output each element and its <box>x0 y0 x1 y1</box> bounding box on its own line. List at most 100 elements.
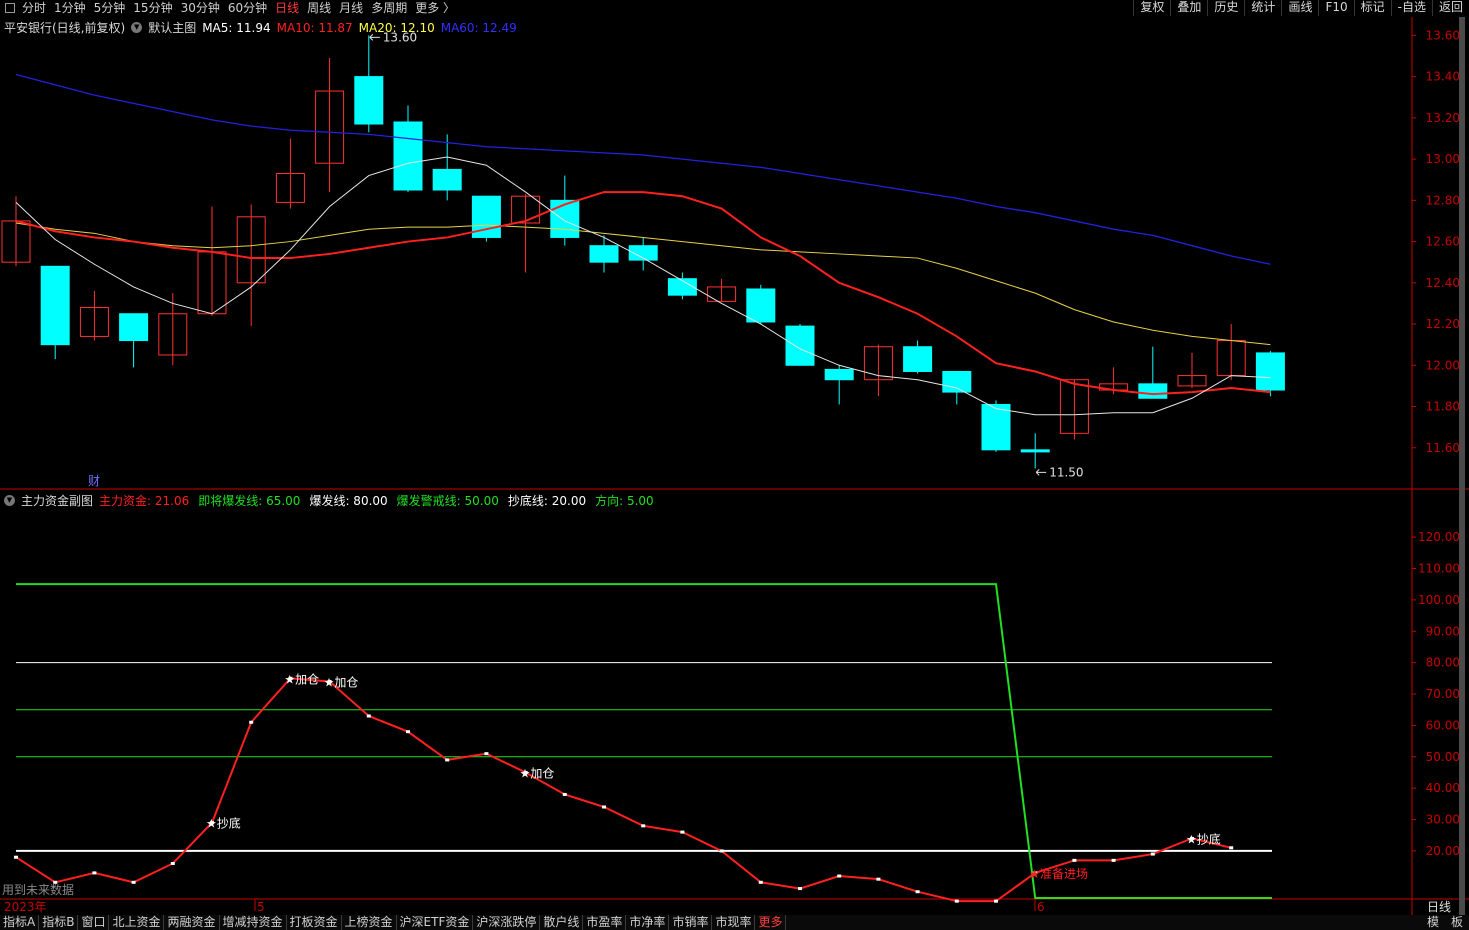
main-force-point <box>366 714 371 718</box>
main-force-point <box>680 830 685 834</box>
main-force-point <box>1229 846 1234 850</box>
indicator-dropdown-icon[interactable]: ▼ <box>131 22 143 33</box>
price-tick-label: 11.60 <box>1426 441 1460 455</box>
indicator-tab-10[interactable]: 散户线 <box>540 915 584 930</box>
sub-legend-1: 即将爆发线: 65.00 <box>198 494 301 508</box>
main-force-point <box>170 861 175 865</box>
sub-legend-3: 爆发警戒线: 50.00 <box>396 494 499 508</box>
price-tick-label: 13.60 <box>1426 28 1460 42</box>
sub-legend-4: 抄底线: 20.00 <box>507 494 587 508</box>
indicator-tab-9[interactable]: 沪深涨跌停 <box>473 915 541 930</box>
period-tab-5[interactable]: 60分钟 <box>224 1 271 15</box>
template-button[interactable]: 模 <box>1421 915 1445 930</box>
sub-legend-0: 主力资金: 21.06 <box>99 494 190 508</box>
period-tab-0[interactable]: 分时 <box>18 1 50 15</box>
period-tab-8[interactable]: 月线 <box>335 1 367 15</box>
toolbar-button-0[interactable]: 复权 <box>1133 0 1170 16</box>
toolbar-button-2[interactable]: 历史 <box>1207 0 1244 16</box>
candle-body <box>119 313 149 342</box>
signal-label: ★抄底 <box>206 816 241 831</box>
period-tab-7[interactable]: 周线 <box>303 1 335 15</box>
toolbar-button-5[interactable]: F10 <box>1318 0 1353 16</box>
main-force-point <box>798 887 802 891</box>
candle-body <box>824 368 854 381</box>
indicator-name[interactable]: 默认主图 <box>148 19 196 36</box>
toolbar-button-4[interactable]: 画线 <box>1281 0 1318 16</box>
period-tab-10[interactable]: 更多 〉 <box>411 1 459 15</box>
indicator-tab-0[interactable]: 指标A <box>0 915 40 930</box>
toolbar-button-8[interactable]: 返回 <box>1431 0 1469 16</box>
indicator-tab-15[interactable]: 更多 <box>755 915 787 930</box>
signal-label: ★加仓 <box>284 672 319 686</box>
main-force-point <box>954 899 959 903</box>
chart-canvas[interactable]: ★抄底 ★加仓 ★加仓 ★加仓 ★准备进场 ★抄底 13.60 13.40 13.20 13.0… <box>0 17 1469 915</box>
indicator-tab-13[interactable]: 市销率 <box>669 915 713 930</box>
indicator-tick-label: 20.00 <box>1426 844 1460 858</box>
sub-chart-legend: ▼ 主力资金副图 主力资金: 21.06 即将爆发线: 65.00 爆发线: 80.… <box>4 492 663 509</box>
period-tab-6[interactable]: 日线 <box>271 1 303 15</box>
indicator-tab-2[interactable]: 窗口 <box>78 915 110 930</box>
period-tabs: 分时 1分钟 5分钟 15分钟 30分钟 60分钟 日线 周线 月线 多周期 更多 〉 <box>0 0 459 16</box>
indicator-tab-3[interactable]: 北上资金 <box>109 915 165 930</box>
candle-body <box>1020 449 1050 453</box>
x-axis-year-label: 2023年 <box>4 900 47 914</box>
period-tab-3[interactable]: 15分钟 <box>129 1 176 15</box>
indicator-tab-5[interactable]: 增减持资金 <box>220 915 287 930</box>
main-force-point <box>876 877 881 881</box>
indicator-tick-label: 70.00 <box>1426 687 1460 701</box>
x-axis-month-label: 5 <box>257 900 265 914</box>
main-force-point <box>994 899 998 903</box>
candle-body <box>354 76 384 125</box>
board-button[interactable]: 板 <box>1445 915 1469 930</box>
financial-marker: 财 <box>88 474 100 488</box>
toolbar-button-7[interactable]: -自选 <box>1390 0 1432 16</box>
main-force-point <box>758 880 763 884</box>
main-force-point <box>602 805 606 809</box>
indicator-tab-7[interactable]: 上榜资金 <box>342 915 397 930</box>
indicator-tick-label: 120.00 <box>1418 530 1460 544</box>
toolbar-button-3[interactable]: 统计 <box>1244 0 1281 16</box>
chart-annotations: 13.6011.50财用到未来数据2023年 5 6 日线 <box>2 30 1451 914</box>
main-force-point <box>915 890 920 894</box>
main-force-point <box>14 855 18 859</box>
period-tab-2[interactable]: 5分钟 <box>90 1 130 15</box>
indicator-tick-label: 90.00 <box>1426 624 1460 638</box>
indicator-tab-11[interactable]: 市盈率 <box>583 915 627 930</box>
price-tick-label: 12.40 <box>1426 276 1460 290</box>
toolbar-button-1[interactable]: 叠加 <box>1170 0 1207 16</box>
signal-label: ★准备进场 <box>1029 867 1088 881</box>
period-label: 日线 <box>1427 900 1451 914</box>
ma60-line <box>15 73 1271 265</box>
indicator-tab-6[interactable]: 打板资金 <box>287 915 342 930</box>
ma-legend-0: MA5: 11.94 <box>202 20 271 35</box>
period-tab-4[interactable]: 30分钟 <box>177 1 224 15</box>
toolbar-right-buttons: 复权 叠加 历史 统计 画线 F10 标记 -自选 返回 <box>1133 0 1469 16</box>
candle-body <box>746 288 776 323</box>
indicator-tab-14[interactable]: 市现率 <box>712 915 756 930</box>
ma-legend-2: MA20: 12.10 <box>358 20 435 35</box>
indicator-tab-1[interactable]: 指标B <box>39 915 79 930</box>
indicator-tick-label: 50.00 <box>1426 750 1460 764</box>
indicator-tab-4[interactable]: 两融资金 <box>164 915 220 930</box>
indicator-tab-12[interactable]: 市净率 <box>626 915 670 930</box>
main-force-point <box>445 758 450 762</box>
checkbox-icon[interactable] <box>5 3 15 13</box>
ma-legend-1: MA10: 11.87 <box>276 20 353 35</box>
indicator-tab-8[interactable]: 沪深ETF资金 <box>397 915 474 930</box>
period-toolbar: 分时 1分钟 5分钟 15分钟 30分钟 60分钟 日线 周线 月线 多周期 更多 〉 复权 叠加 历史… <box>0 0 1469 16</box>
main-force-point <box>1150 852 1155 856</box>
candle-body <box>589 245 619 263</box>
candle-body <box>942 370 972 393</box>
candle-body <box>40 265 70 346</box>
main-force-indicator: ★抄底 ★加仓 ★加仓 ★加仓 ★准备进场 ★抄底 <box>14 583 1272 903</box>
period-tab-1[interactable]: 1分钟 <box>50 1 90 15</box>
sub-legend-2: 爆发线: 80.00 <box>309 494 388 508</box>
tabs-right-controls: 模 板 <box>1421 915 1469 930</box>
toolbar-button-6[interactable]: 标记 <box>1353 0 1391 16</box>
sub-chart-title[interactable]: 主力资金副图 <box>21 492 93 509</box>
indicator-tabs-bar: 指标A 指标B 窗口 北上资金 两融资金 增减持资金 打板资金 上榜资金 沪深ETF资金 沪深涨跌… <box>0 915 1469 930</box>
main-chart-legend: 平安银行(日线,前复权) ▼ 默认主图 MA5: 11.94 MA10: 11.8… <box>4 19 523 36</box>
indicator-dropdown-icon[interactable]: ▼ <box>4 495 15 506</box>
period-tab-9[interactable]: 多周期 <box>367 1 411 15</box>
sub-legend-5: 方向: 5.00 <box>595 494 654 508</box>
